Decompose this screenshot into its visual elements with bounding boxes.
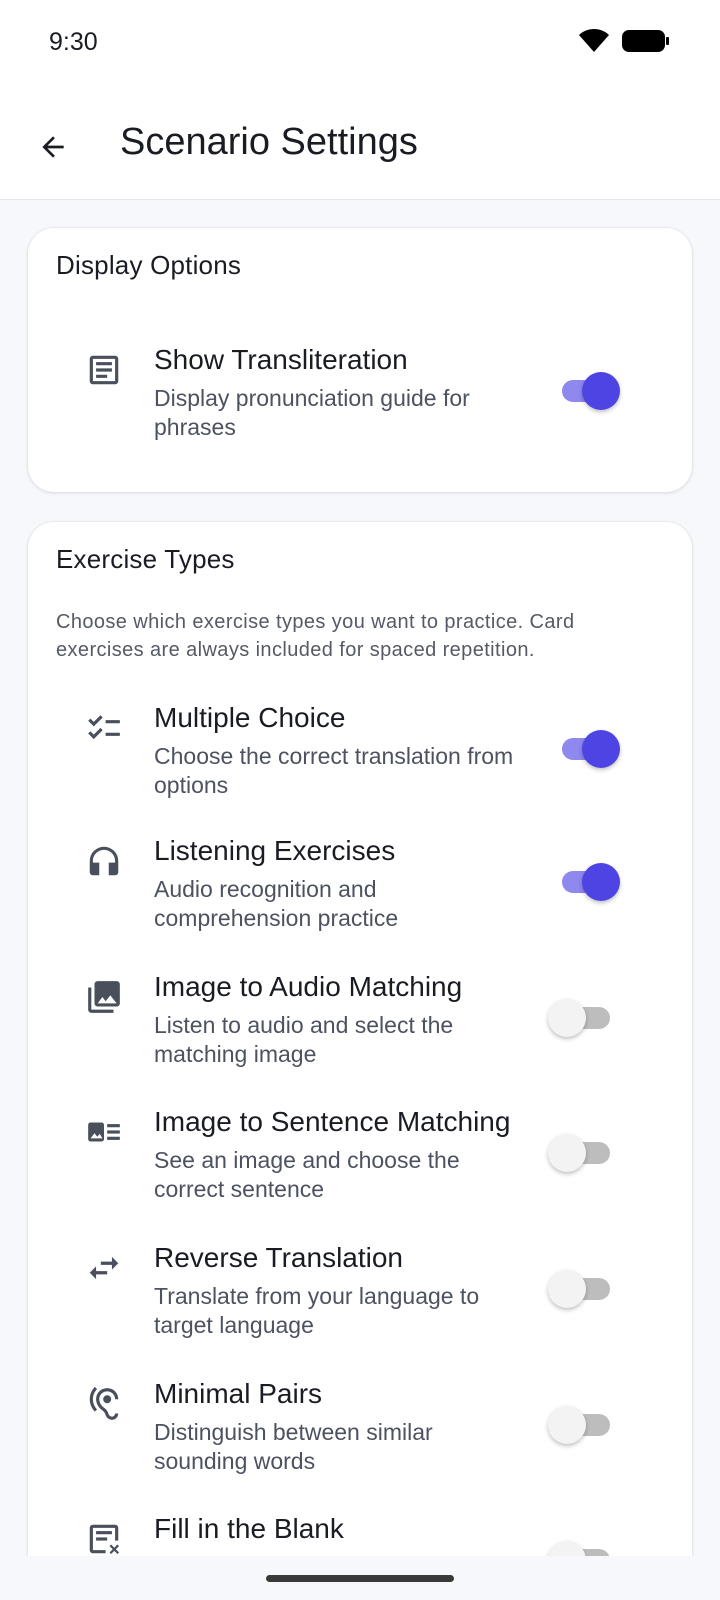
toggle-thumb <box>582 372 620 410</box>
toggle-image-to-sentence[interactable] <box>548 1134 610 1172</box>
toggle-multiple-choice[interactable] <box>562 730 622 768</box>
setting-row-minimal-pairs[interactable]: Minimal Pairs Distinguish between simila… <box>28 1378 692 1498</box>
setting-title: Image to Sentence Matching <box>154 1106 511 1137</box>
setting-subtitle: See an image and choose the correct sent… <box>154 1147 460 1202</box>
setting-title: Reverse Translation <box>154 1242 404 1273</box>
toggle-thumb <box>548 1406 586 1444</box>
setting-title: Minimal Pairs <box>154 1378 323 1409</box>
app-bar: Scenario Settings <box>0 90 720 200</box>
toggle-thumb <box>548 1270 586 1308</box>
setting-subtitle: Display pronunciation guide for phrases <box>154 385 470 440</box>
toggle-show-transliteration[interactable] <box>562 372 622 410</box>
setting-title: Listening Exercises <box>154 835 396 866</box>
setting-row-fill-in-the-blank[interactable]: Fill in the Blank <box>28 1513 692 1556</box>
status-icons <box>578 28 670 59</box>
status-time: 9:30 <box>49 28 98 56</box>
setting-title: Multiple Choice <box>154 702 346 733</box>
setting-row-image-to-sentence[interactable]: Image to Sentence Matching See an image … <box>28 1106 692 1226</box>
swap-arrows-icon <box>84 1248 124 1288</box>
toggle-thumb <box>582 863 620 901</box>
setting-row-show-transliteration[interactable]: Show Transliteration Display pronunciati… <box>28 344 692 464</box>
toggle-fill-in-the-blank[interactable] <box>548 1541 610 1556</box>
arrow-back-icon <box>42 136 64 158</box>
article-icon <box>84 350 124 390</box>
toggle-thumb <box>548 1134 586 1172</box>
photo-library-icon <box>84 977 124 1017</box>
setting-subtitle: Listen to audio and select the matching … <box>154 1012 454 1067</box>
setting-subtitle: Translate from your language to target l… <box>154 1283 480 1338</box>
section-title-display-options: Display Options <box>56 250 242 280</box>
headphones-icon <box>84 841 124 881</box>
toggle-thumb <box>548 1541 586 1556</box>
toggle-reverse-translation[interactable] <box>548 1270 610 1308</box>
toggle-thumb <box>548 999 586 1037</box>
setting-row-image-to-audio[interactable]: Image to Audio Matching Listen to audio … <box>28 971 692 1091</box>
fill-blank-icon <box>84 1519 124 1556</box>
setting-row-listening-exercises[interactable]: Listening Exercises Audio recognition an… <box>28 835 692 955</box>
toggle-minimal-pairs[interactable] <box>548 1406 610 1444</box>
section-title-exercise-types: Exercise Types <box>56 544 235 574</box>
hearing-icon <box>84 1384 124 1424</box>
toggle-thumb <box>582 730 620 768</box>
checklist-icon <box>84 708 124 748</box>
setting-row-multiple-choice[interactable]: Multiple Choice Choose the correct trans… <box>28 702 692 822</box>
section-description: Choose which exercise types you want to … <box>56 611 575 661</box>
toggle-listening-exercises[interactable] <box>562 863 622 901</box>
back-button[interactable] <box>28 122 78 172</box>
setting-title: Image to Audio Matching <box>154 971 463 1002</box>
wifi-icon <box>578 28 610 59</box>
page-title: Scenario Settings <box>120 121 418 163</box>
exercise-types-card: Exercise Types Choose which exercise typ… <box>28 522 692 1556</box>
home-indicator[interactable] <box>266 1575 454 1582</box>
setting-subtitle: Choose the correct translation from opti… <box>154 743 514 798</box>
settings-content[interactable]: Display Options Show Transliteration Dis… <box>0 200 720 1556</box>
setting-subtitle: Distinguish between similar sounding wor… <box>154 1419 433 1474</box>
display-options-card: Display Options Show Transliteration Dis… <box>28 228 692 492</box>
battery-icon <box>622 29 670 58</box>
setting-title: Show Transliteration <box>154 344 408 375</box>
toggle-image-to-audio[interactable] <box>548 999 610 1037</box>
setting-row-reverse-translation[interactable]: Reverse Translation Translate from your … <box>28 1242 692 1362</box>
image-text-icon <box>84 1112 124 1152</box>
setting-title: Fill in the Blank <box>154 1513 344 1544</box>
status-bar: 9:30 <box>0 0 720 90</box>
setting-subtitle: Audio recognition and comprehension prac… <box>154 876 399 931</box>
